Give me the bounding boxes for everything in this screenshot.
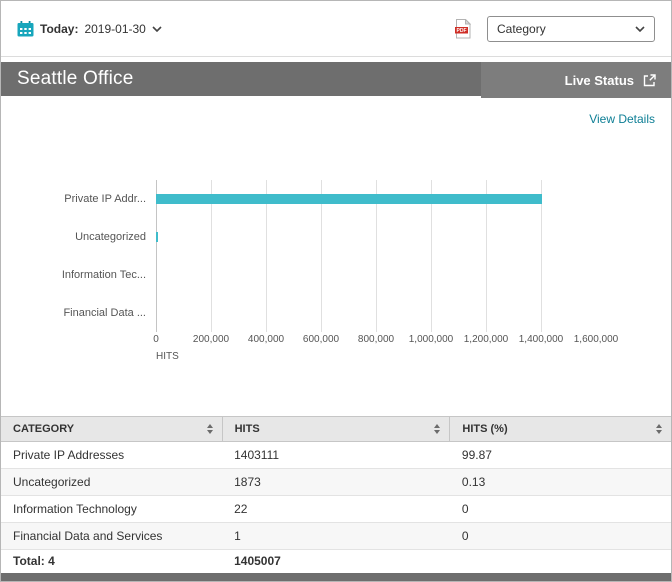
tick-label: 1,200,000: [463, 334, 509, 345]
chart-bar-area: [156, 308, 596, 318]
report-header-right: Live Status: [481, 62, 671, 98]
calendar-icon: [17, 20, 34, 36]
category-bar-chart: Private IP Addr... Uncategorized Informati…: [17, 180, 655, 362]
table-row: Information Technology 22 0: [1, 495, 671, 523]
date-range-control[interactable]: Today: 2019-01-30: [17, 20, 162, 37]
chart-category-label: Financial Data ...: [63, 307, 146, 319]
column-header-label: HITS (%): [462, 423, 508, 435]
category-table: CATEGORY HITS HITS (%) Private IP Addresse…: [1, 416, 671, 572]
column-header[interactable]: HITS: [221, 416, 450, 442]
table-cell: 0.13: [449, 468, 671, 496]
table-row: Uncategorized 1873 0.13: [1, 468, 671, 496]
page-title: Seattle Office: [17, 68, 134, 89]
date-value: 2019-01-30: [84, 21, 146, 36]
column-header-label: CATEGORY: [13, 423, 75, 435]
chart-category-label: Information Tec...: [61, 269, 146, 281]
sort-icon[interactable]: [206, 424, 213, 434]
table-cell: 1403111: [222, 441, 450, 469]
column-header-label: HITS: [234, 423, 260, 435]
live-status-link[interactable]: Live Status: [565, 73, 634, 88]
tick-label: 400,000: [247, 334, 285, 345]
dashboard-screen: Today: 2019-01-30 PDF Category Seattle O…: [0, 0, 672, 582]
table-cell: Information Technology: [1, 495, 223, 523]
sort-down-arrow: [434, 430, 441, 434]
chart-category-label: Private IP Addr...: [64, 193, 146, 205]
chart-row: Information Tec...: [17, 256, 655, 294]
tick-label: 800,000: [357, 334, 395, 345]
tick-label: 200,000: [192, 334, 230, 345]
chart-row: Uncategorized: [17, 218, 655, 256]
table-cell: Financial Data and Services: [1, 522, 223, 550]
report-header-left: Seattle Office: [1, 62, 481, 98]
total-empty-cell: [449, 549, 671, 572]
today-label: Today:: [40, 21, 79, 36]
table-cell: Uncategorized: [1, 468, 223, 496]
table-body: Private IP Addresses 1403111 99.87 Uncatego…: [1, 441, 671, 550]
table-row: Private IP Addresses 1403111 99.87: [1, 441, 671, 469]
sort-icon[interactable]: [656, 424, 662, 434]
chart-row: Private IP Addr...: [17, 180, 655, 218]
table-cell: Private IP Addresses: [1, 441, 223, 469]
table-cell: 1: [222, 522, 450, 550]
sort-icon[interactable]: [434, 424, 441, 434]
top-toolbar: Today: 2019-01-30 PDF Category: [1, 1, 671, 57]
column-header[interactable]: CATEGORY: [1, 416, 223, 442]
sort-down-arrow: [656, 430, 662, 434]
table-cell: 0: [449, 495, 671, 523]
category-select-value: Category: [497, 21, 546, 36]
sort-down-arrow: [206, 430, 213, 434]
next-section-bar: [1, 572, 671, 581]
total-label: Total: 4: [1, 549, 223, 572]
tick-label: 1,000,000: [408, 334, 454, 345]
svg-text:PDF: PDF: [457, 28, 467, 34]
table-row: Financial Data and Services 1 0: [1, 522, 671, 550]
tick-label: 1,600,000: [573, 334, 619, 345]
table-cell: 0: [449, 522, 671, 550]
sort-up-arrow: [206, 424, 213, 428]
chart-bar-area: [156, 270, 596, 280]
tick-label: 600,000: [302, 334, 340, 345]
view-details-row: View Details: [1, 98, 671, 128]
table-cell: 99.87: [449, 441, 671, 469]
tick-label: 0: [153, 334, 159, 345]
chart-row: Financial Data ...: [17, 294, 655, 332]
export-pdf-button[interactable]: PDF: [455, 18, 471, 39]
sort-up-arrow: [656, 424, 662, 428]
chevron-down-icon: [635, 25, 645, 32]
total-hits: 1405007: [222, 549, 450, 572]
chart-plot: Private IP Addr... Uncategorized Informati…: [17, 180, 655, 332]
chart-panel: View Details Private IP Addr... Uncategor…: [1, 98, 671, 416]
table-total-row: Total: 4 1405007: [1, 549, 671, 572]
chart-bar[interactable]: [156, 194, 542, 204]
chart-bar-area: [156, 232, 596, 242]
chart-category-label: Uncategorized: [75, 231, 146, 243]
chart-ticks: 0 200,000 400,000 600,000 800,000 1,000,000 1,…: [153, 334, 618, 348]
report-header: Seattle Office Live Status: [1, 62, 671, 98]
sort-up-arrow: [434, 424, 441, 428]
chart-bar[interactable]: [156, 232, 158, 242]
external-link-icon[interactable]: [642, 73, 657, 88]
chevron-down-icon: [152, 25, 162, 32]
chart-rows: Private IP Addr... Uncategorized Informati…: [17, 180, 655, 332]
chart-xaxis-label: HITS: [156, 351, 179, 362]
table-cell: 22: [222, 495, 450, 523]
chart-bar-area: [156, 194, 596, 204]
category-select[interactable]: Category: [487, 15, 655, 42]
column-header[interactable]: HITS (%): [449, 416, 671, 442]
pdf-export-icon: PDF: [455, 18, 471, 38]
table-cell: 1873: [222, 468, 450, 496]
tick-label: 1,400,000: [518, 334, 564, 345]
table-header-row: CATEGORY HITS HITS (%): [1, 416, 671, 442]
view-details-link[interactable]: View Details: [589, 112, 655, 126]
